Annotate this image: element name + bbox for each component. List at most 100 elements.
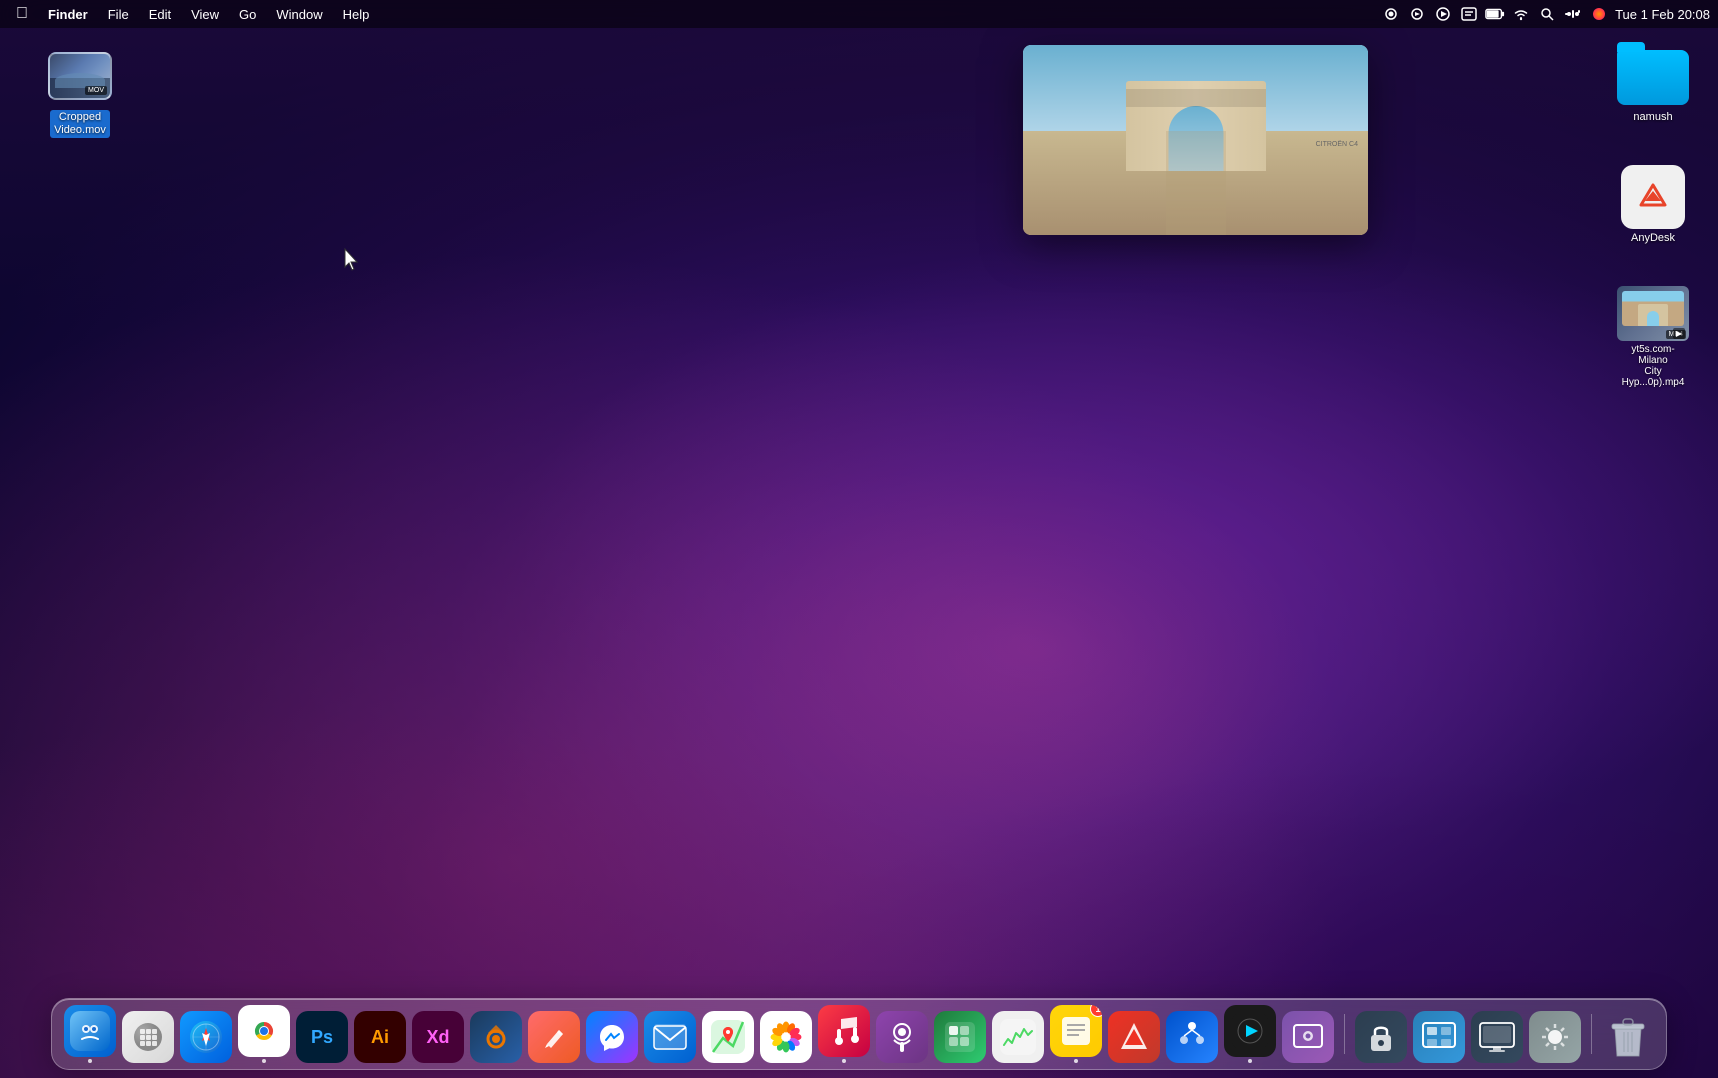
desktop-icon-namush[interactable]: namush (1603, 50, 1703, 125)
gitapp-app-icon (1108, 1011, 1160, 1063)
dock-separator-2 (1591, 1014, 1592, 1054)
resolution-app-icon (1413, 1011, 1465, 1063)
music-app-icon (818, 1005, 870, 1057)
finder-running-dot (88, 1059, 92, 1063)
chrome-running-dot (262, 1059, 266, 1063)
dock-item-displays[interactable]: Displays (1471, 1011, 1523, 1063)
dock-item-xd[interactable]: Adobe XD Xd (412, 1011, 464, 1063)
dock-item-system[interactable]: System (1529, 1011, 1581, 1063)
menubar:  Finder File Edit View Go Window Help (0, 0, 1718, 28)
apple-menu[interactable]:  (8, 5, 36, 23)
anydesk-app-icon (1621, 165, 1685, 229)
dock-item-screenium[interactable]: Screenium (1282, 1011, 1334, 1063)
dock-item-sourcetree[interactable]: SourceTree (1166, 1011, 1218, 1063)
dock-item-maps[interactable]: Maps (702, 1011, 754, 1063)
anydesk-label: AnyDesk (1628, 231, 1678, 246)
safari-app-icon (180, 1011, 232, 1063)
dock-item-numbers[interactable]: Numbers (934, 1011, 986, 1063)
dock-item-chrome[interactable]: Google Chrome (238, 1005, 290, 1063)
dock-item-resolution[interactable]: Resolution (1413, 1011, 1465, 1063)
dock-item-blender[interactable]: Blender (470, 1011, 522, 1063)
mail-app-icon (644, 1011, 696, 1063)
siri-icon[interactable] (1589, 4, 1609, 24)
xd-app-icon: Xd (412, 1011, 464, 1063)
dock: Finder Launchpad Safari (51, 998, 1667, 1070)
namush-label: namush (1630, 110, 1675, 125)
sourcetree-app-icon (1166, 1011, 1218, 1063)
right-desktop-icons: namush AnyDesk (1603, 50, 1703, 389)
dock-item-safari[interactable]: Safari (180, 1011, 232, 1063)
fcpx-running-dot (1248, 1059, 1252, 1063)
menubar-right: Tue 1 Feb 20:08 (1381, 4, 1710, 24)
record-icon[interactable] (1381, 4, 1401, 24)
desktop-icon-anydesk[interactable]: AnyDesk (1603, 165, 1703, 246)
maps-app-icon (702, 1011, 754, 1063)
video-preview-window[interactable]: CITROËN C4 (1023, 45, 1368, 235)
system-app-icon (1529, 1011, 1581, 1063)
podcasts-app-icon (876, 1011, 928, 1063)
dock-item-mail[interactable]: Mail (644, 1011, 696, 1063)
fcpx-app-icon (1224, 1005, 1276, 1057)
dock-container: Finder Launchpad Safari (51, 998, 1667, 1070)
illustrator-app-icon: Ai (354, 1011, 406, 1063)
file-menu[interactable]: File (100, 5, 137, 24)
milano-video-label: yt5s.com-MilanoCity Hyp...0p).mp4 (1615, 343, 1691, 389)
messenger-app-icon (586, 1011, 638, 1063)
dock-item-messenger[interactable]: Messenger (586, 1011, 638, 1063)
dock-item-notes[interactable]: Notes 1 (1050, 1005, 1102, 1063)
dock-item-podcasts[interactable]: Podcasts (876, 1011, 928, 1063)
blender-app-icon (470, 1011, 522, 1063)
dock-item-keyaccess[interactable]: KeyAccess (1355, 1011, 1407, 1063)
dock-item-photos[interactable]: Photos (760, 1011, 812, 1063)
folder-icon-namush (1617, 50, 1689, 108)
mouse-cursor (343, 247, 363, 273)
finder-menu-app[interactable]: Finder (40, 5, 96, 24)
go-menu[interactable]: Go (231, 5, 264, 24)
play-icon[interactable] (1433, 4, 1453, 24)
pencil-app-icon (528, 1011, 580, 1063)
dock-item-photoshop[interactable]: Photoshop Ps (296, 1011, 348, 1063)
desktop-icon-cropped-video[interactable]: MOV CroppedVideo.mov (40, 40, 120, 142)
video-file-icon: MOV (48, 44, 112, 108)
dock-item-launchpad[interactable]: Launchpad (122, 1011, 174, 1063)
photos-app-icon (760, 1011, 812, 1063)
activity-monitor-app-icon (992, 1011, 1044, 1063)
notes-running-dot (1074, 1059, 1078, 1063)
arch-background: CITROËN C4 (1023, 45, 1368, 235)
screenrecord-icon[interactable] (1407, 4, 1427, 24)
menubar-left:  Finder File Edit View Go Window Help (8, 5, 377, 24)
window-menu[interactable]: Window (268, 5, 330, 24)
video-file-label: CroppedVideo.mov (50, 110, 110, 138)
dock-item-finder[interactable]: Finder (64, 1005, 116, 1063)
launchpad-app-icon (122, 1011, 174, 1063)
desktop-icon-milano-video[interactable]: MP4 yt5s.com-MilanoCity Hyp...0p).mp4 (1603, 286, 1703, 389)
battery-icon[interactable] (1485, 4, 1505, 24)
video-preview-content: CITROËN C4 (1023, 45, 1368, 235)
desktop:  Finder File Edit View Go Window Help (0, 0, 1718, 1078)
music-running-dot (842, 1059, 846, 1063)
help-menu[interactable]: Help (335, 5, 378, 24)
wifi-icon[interactable] (1511, 4, 1531, 24)
view-menu[interactable]: View (183, 5, 227, 24)
numbers-app-icon (934, 1011, 986, 1063)
chrome-app-icon (238, 1005, 290, 1057)
illustrator-label: Ai (371, 1027, 389, 1048)
dock-item-music[interactable]: Music (818, 1005, 870, 1063)
dock-item-fcpx[interactable]: Final Cut Pro (1224, 1005, 1276, 1063)
dock-item-illustrator[interactable]: Illustrator Ai (354, 1011, 406, 1063)
dock-item-pencil[interactable]: Pencil (528, 1011, 580, 1063)
search-icon[interactable] (1537, 4, 1557, 24)
keyaccess-app-icon (1355, 1011, 1407, 1063)
menubar-time[interactable]: Tue 1 Feb 20:08 (1615, 7, 1710, 22)
photoshop-app-icon: Ps (296, 1011, 348, 1063)
dock-item-trash[interactable]: Trash (1602, 1011, 1654, 1063)
dock-separator (1344, 1014, 1345, 1054)
trash-app-icon (1602, 1011, 1654, 1063)
edit-menu[interactable]: Edit (141, 5, 179, 24)
dock-item-activity-monitor[interactable]: Activity Monitor (992, 1011, 1044, 1063)
netnewswire-icon[interactable] (1459, 4, 1479, 24)
dock-item-gitapp[interactable]: Git App (1108, 1011, 1160, 1063)
control-center-icon[interactable] (1563, 4, 1583, 24)
screenium-app-icon (1282, 1011, 1334, 1063)
displays-app-icon (1471, 1011, 1523, 1063)
